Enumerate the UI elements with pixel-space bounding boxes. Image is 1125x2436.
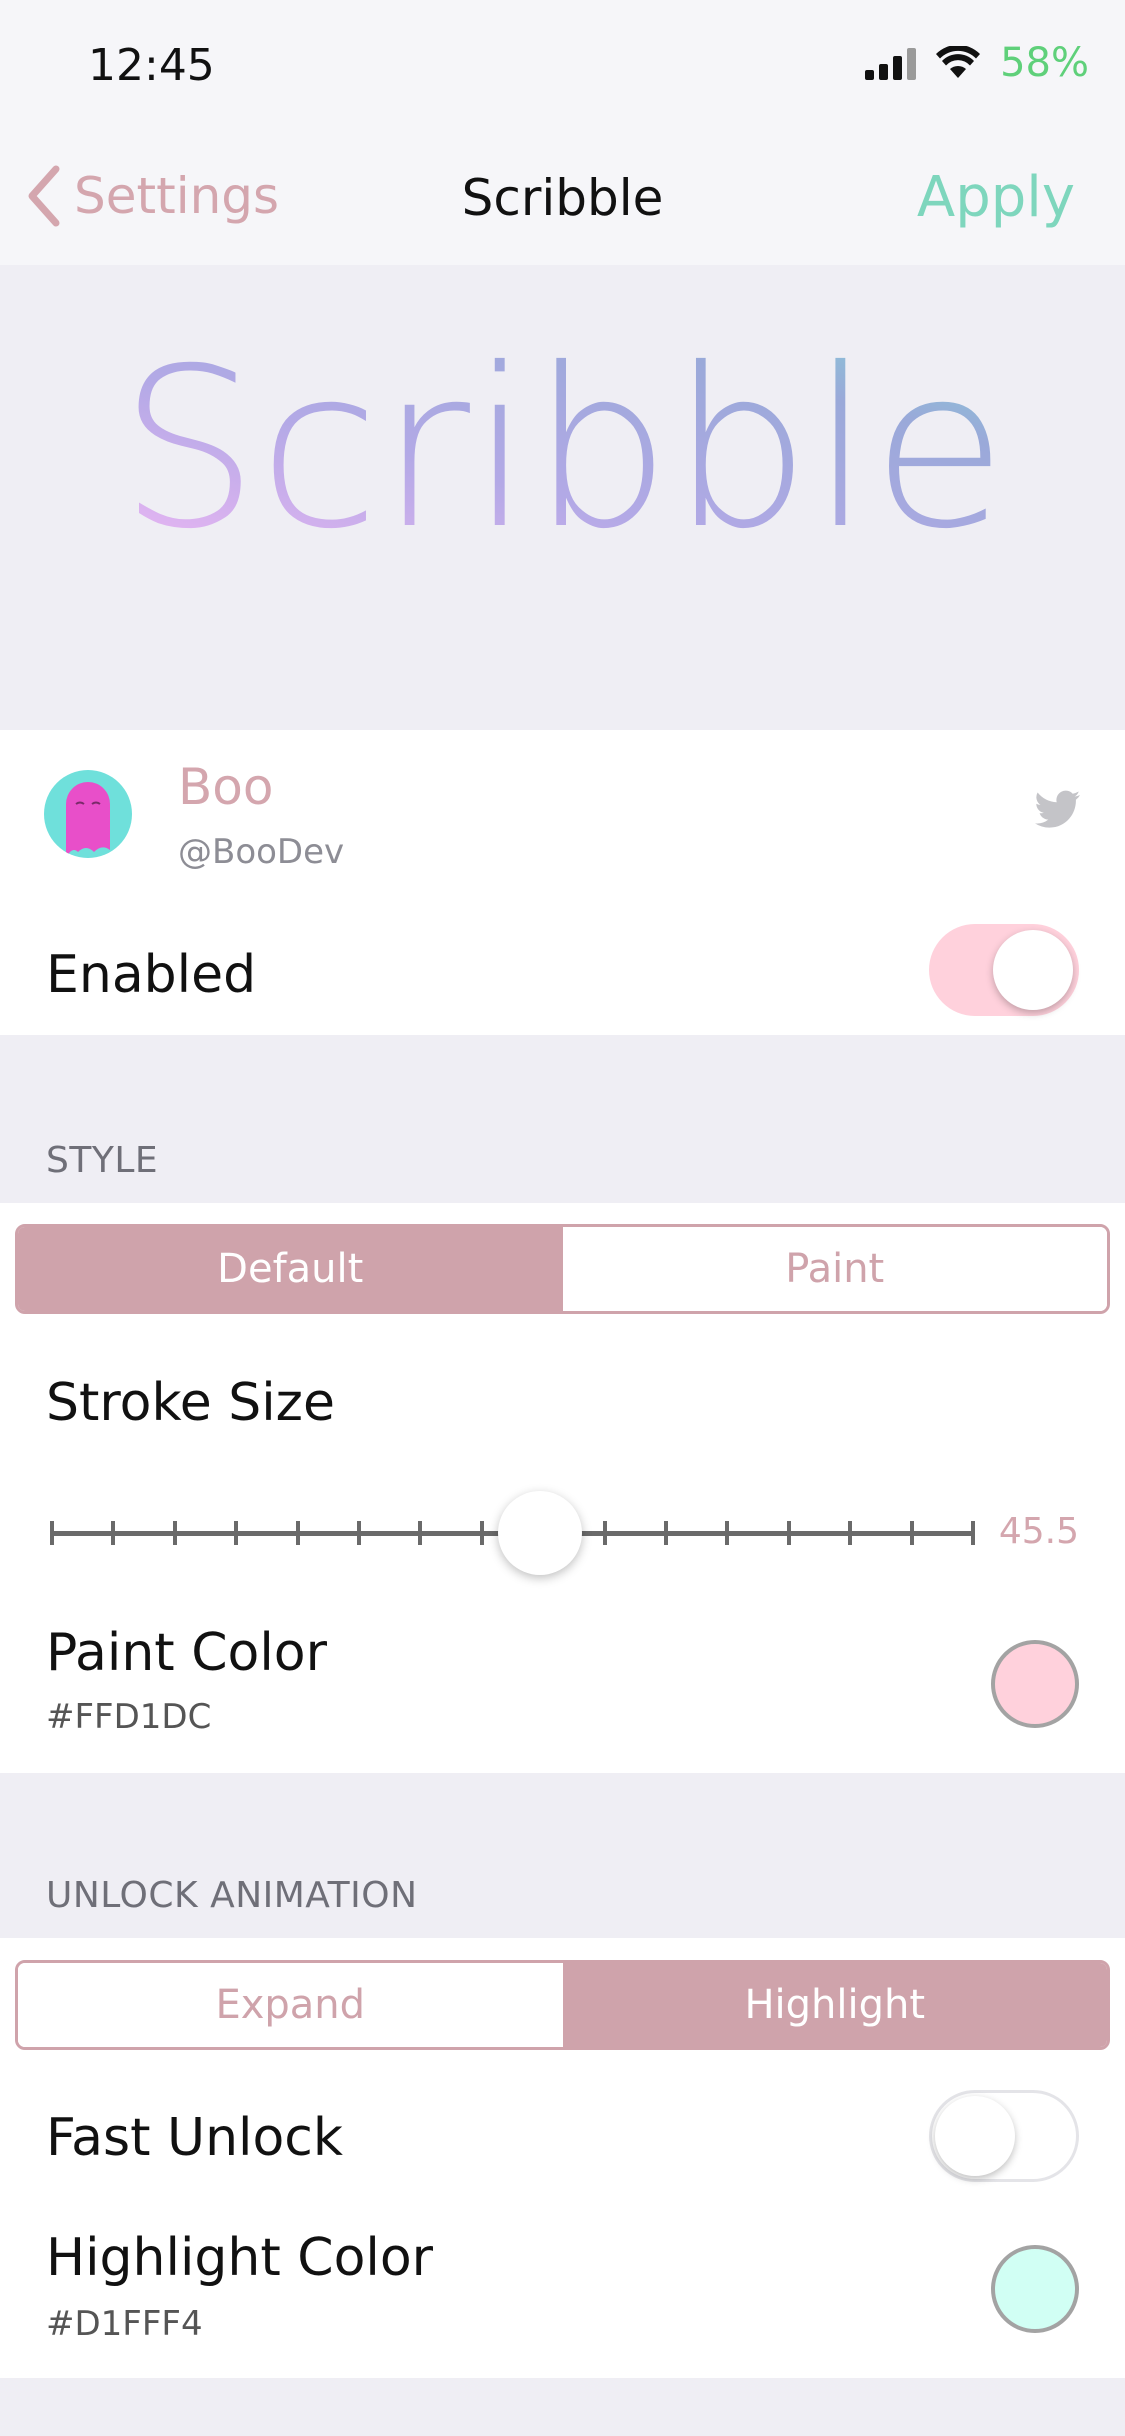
developer-name: Boo [178,758,274,816]
slider-tick [971,1521,975,1545]
apply-button[interactable]: Apply [917,165,1075,230]
slider-tick [909,1521,914,1545]
slider-tick [357,1521,361,1545]
status-bar: 12:45 58% [0,0,1125,135]
highlight-color-hex: #D1FFF4 [46,2304,203,2344]
battery-percent: 58% [1000,40,1089,86]
slider-tick [786,1521,791,1545]
slider-tick [479,1521,484,1545]
slider-tick [111,1521,116,1545]
enabled-toggle[interactable] [929,924,1079,1016]
unlock-option-highlight[interactable]: Highlight [562,1963,1107,2047]
slider-tick [602,1521,607,1545]
slider-tick [172,1521,177,1545]
slider-thumb[interactable] [498,1491,583,1575]
paint-color-swatch[interactable] [991,1640,1079,1728]
cellular-signal-icon [865,46,917,80]
developer-group: Boo @BooDev Enabled [0,730,1125,1035]
slider-tick [418,1521,423,1545]
stroke-size-slider[interactable] [50,1491,975,1575]
avatar [44,770,132,858]
toggle-knob [993,930,1073,1010]
twitter-icon[interactable] [1035,790,1081,834]
style-section-header: STYLE [46,1140,159,1181]
style-group: Default Paint Stroke Size 45.5 Paint Col… [0,1203,1125,1773]
style-segmented-control[interactable]: Default Paint [15,1224,1110,1314]
stroke-size-label: Stroke Size [46,1373,335,1433]
toggle-knob [935,2096,1015,2176]
unlock-animation-group: Expand Highlight Fast Unlock Highlight C… [0,1938,1125,2378]
paint-color-hex: #FFD1DC [46,1697,212,1737]
enabled-label: Enabled [46,945,257,1005]
highlight-color-swatch[interactable] [991,2245,1079,2333]
fast-unlock-label: Fast Unlock [46,2108,343,2168]
developer-handle: @BooDev [178,832,345,872]
status-indicators: 58% [865,40,1089,86]
wifi-icon [936,46,981,78]
scribble-logo: Scribble [0,325,1125,565]
developer-row[interactable]: Boo @BooDev [0,730,1125,900]
slider-tick [295,1521,300,1545]
style-option-default[interactable]: Default [18,1227,563,1311]
style-option-paint[interactable]: Paint [562,1227,1107,1311]
unlock-animation-section-header: UNLOCK ANIMATION [46,1875,418,1916]
unlock-option-expand[interactable]: Expand [18,1963,563,2047]
unlock-animation-segmented-control[interactable]: Expand Highlight [15,1960,1110,2050]
slider-tick [725,1521,730,1545]
slider-tick [848,1521,853,1545]
slider-tick [664,1521,668,1545]
slider-tick [50,1521,54,1545]
fast-unlock-toggle[interactable] [929,2090,1079,2182]
paint-color-label: Paint Color [46,1623,327,1683]
stroke-size-value: 45.5 [998,1511,1079,1552]
header-banner: Scribble [0,265,1125,730]
highlight-color-label: Highlight Color [46,2228,434,2288]
logo-text: Scribble [119,325,1007,565]
slider-tick [234,1521,239,1545]
navigation-bar: Settings Scribble Apply [0,135,1125,265]
status-time: 12:45 [88,40,215,91]
